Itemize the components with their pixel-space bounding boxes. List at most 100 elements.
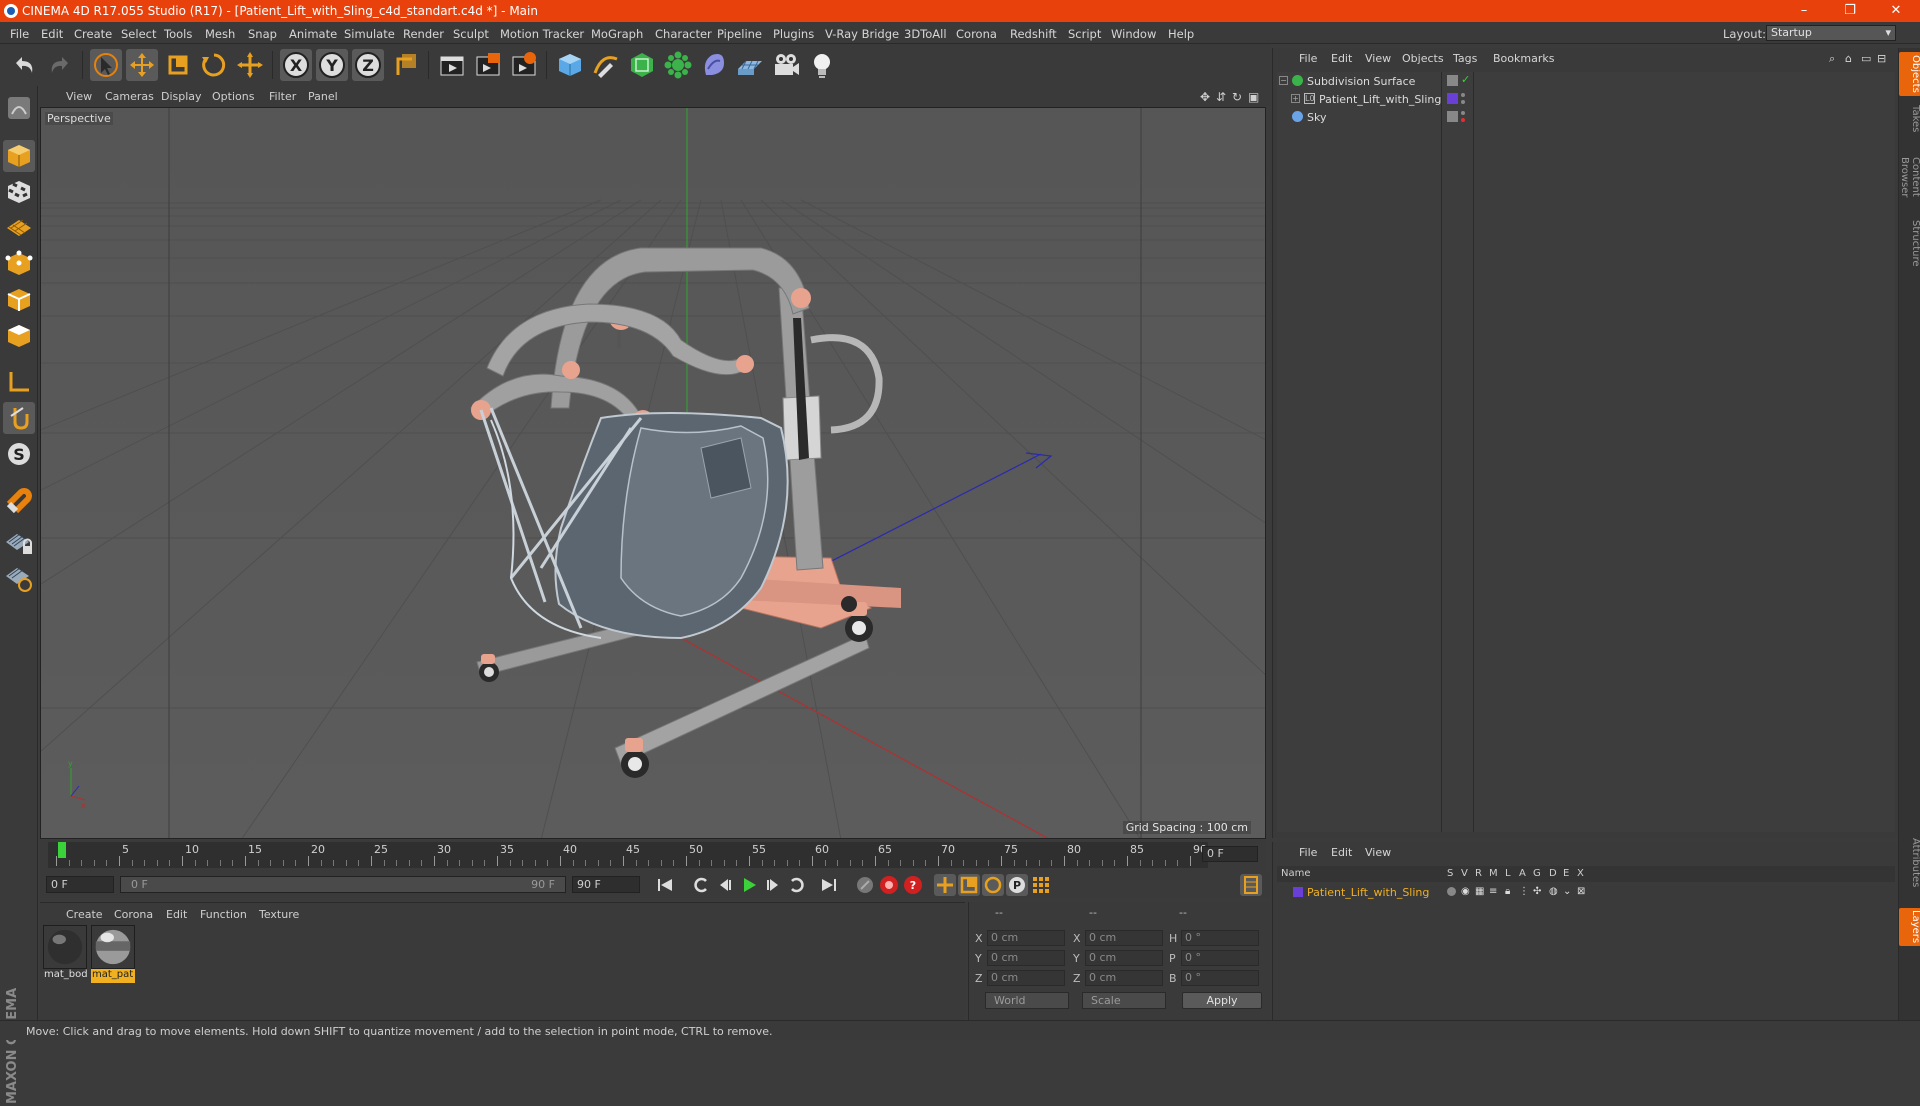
end-frame-field[interactable]: 90 F bbox=[572, 876, 640, 893]
menu-file[interactable]: File bbox=[10, 27, 29, 41]
layer-menu-file[interactable]: File bbox=[1299, 846, 1317, 859]
edges-mode-icon[interactable] bbox=[3, 284, 35, 316]
rotation-b-field[interactable]: 0 ° bbox=[1181, 970, 1259, 986]
deformers-icon[interactable]: ◍ bbox=[1549, 886, 1558, 897]
timeline-playhead[interactable] bbox=[58, 842, 66, 858]
key-pla-icon[interactable] bbox=[1030, 874, 1052, 896]
material-menu-corona[interactable]: Corona bbox=[114, 908, 153, 921]
scale-icon[interactable] bbox=[162, 49, 194, 81]
menu-select[interactable]: Select bbox=[121, 27, 156, 41]
layer-color-swatch[interactable] bbox=[1293, 887, 1303, 897]
edit-render-settings-icon[interactable] bbox=[508, 49, 540, 81]
menu-help[interactable]: Help bbox=[1168, 27, 1194, 41]
render-view-icon[interactable] bbox=[436, 49, 468, 81]
camera-icon[interactable] bbox=[770, 49, 802, 81]
z-axis-icon[interactable]: Z bbox=[352, 49, 384, 81]
coordinate-system-dropdown[interactable]: World bbox=[985, 992, 1069, 1009]
object-name[interactable]: Patient_Lift_with_Sling bbox=[1319, 93, 1441, 106]
rotate-icon[interactable] bbox=[198, 49, 230, 81]
next-frame-icon[interactable] bbox=[762, 874, 784, 896]
tab-attributes[interactable]: Attributes bbox=[1899, 836, 1920, 890]
render-clapper-icon[interactable]: ▦ bbox=[1475, 886, 1484, 897]
material-menu-function[interactable]: Function bbox=[200, 908, 247, 921]
render-dot-icon[interactable] bbox=[1461, 100, 1465, 104]
position-y-field[interactable]: 0 cm bbox=[987, 950, 1065, 966]
points-mode-icon[interactable] bbox=[3, 248, 35, 280]
layer-menu-view[interactable]: View bbox=[1365, 846, 1391, 859]
menu-character[interactable]: Character bbox=[655, 27, 712, 41]
tab-objects[interactable]: Objects bbox=[1899, 52, 1920, 96]
pen-spline-icon[interactable] bbox=[590, 49, 622, 81]
keyframe-selection-icon[interactable]: ? bbox=[902, 874, 924, 896]
tab-structure[interactable]: Structure bbox=[1899, 220, 1920, 267]
play-icon[interactable] bbox=[738, 874, 760, 896]
planar-workplane-icon[interactable] bbox=[3, 562, 35, 594]
obj-menu-file[interactable]: File bbox=[1299, 52, 1317, 65]
view-eye-icon[interactable]: ◉ bbox=[1461, 886, 1470, 897]
menu-edit[interactable]: Edit bbox=[41, 27, 63, 41]
tab-layers[interactable]: Layers bbox=[1899, 908, 1920, 946]
make-editable-icon[interactable] bbox=[3, 92, 35, 124]
render-picture-viewer-icon[interactable] bbox=[472, 49, 504, 81]
deformer-icon[interactable] bbox=[698, 49, 730, 81]
menu-create[interactable]: Create bbox=[74, 27, 112, 41]
render-dot-icon[interactable] bbox=[1461, 118, 1465, 122]
menu-3dtoall[interactable]: 3DToAll bbox=[904, 27, 947, 41]
go-to-end-icon[interactable] bbox=[818, 874, 840, 896]
tab-content-browser[interactable]: Content Browser bbox=[1899, 140, 1920, 214]
object-row-sky[interactable]: Sky bbox=[1277, 108, 1895, 126]
snapping-icon[interactable]: S bbox=[3, 438, 35, 470]
cube-primitive-icon[interactable] bbox=[554, 49, 586, 81]
menu-snap[interactable]: Snap bbox=[248, 27, 277, 41]
material-swatch[interactable]: mat_bod bbox=[43, 925, 87, 985]
material-menu-create[interactable]: Create bbox=[66, 908, 103, 921]
viewport-menu-cameras[interactable]: Cameras bbox=[105, 90, 154, 103]
close-button[interactable]: ✕ bbox=[1876, 2, 1916, 20]
timeline[interactable]: 051015202530354045505560657075808590 0 F bbox=[40, 840, 1266, 876]
visibility-dot-icon[interactable] bbox=[1461, 111, 1465, 115]
viewport-menu-panel[interactable]: Panel bbox=[308, 90, 338, 103]
material-menu-edit[interactable]: Edit bbox=[166, 908, 187, 921]
layer-color-icon[interactable] bbox=[1447, 93, 1458, 104]
locked-workplane-icon[interactable] bbox=[3, 526, 35, 558]
light-icon[interactable] bbox=[806, 49, 838, 81]
menu-window[interactable]: Window bbox=[1111, 27, 1156, 41]
key-scale-icon[interactable] bbox=[958, 874, 980, 896]
timeline-ruler[interactable]: 051015202530354045505560657075808590 bbox=[48, 842, 1208, 868]
lock-icon[interactable]: 🔒︎ bbox=[1505, 886, 1510, 897]
menu-redshift[interactable]: Redshift bbox=[1010, 27, 1057, 41]
size-mode-dropdown[interactable]: Scale bbox=[1082, 992, 1166, 1009]
obj-menu-bookmarks[interactable]: Bookmarks bbox=[1493, 52, 1554, 65]
tweak-mode-icon[interactable] bbox=[3, 402, 35, 434]
object-row-patient-lift[interactable]: + L0 Patient_Lift_with_Sling bbox=[1277, 90, 1895, 108]
size-x-field[interactable]: 0 cm bbox=[1085, 930, 1163, 946]
solo-icon[interactable] bbox=[1447, 887, 1456, 896]
autokeying-icon[interactable] bbox=[878, 874, 900, 896]
viewport-nav-zoom-icon[interactable]: ⇵ bbox=[1216, 90, 1226, 104]
live-selection-icon[interactable] bbox=[234, 49, 266, 81]
animation-icon[interactable]: ⋮ bbox=[1519, 886, 1529, 897]
menu-mesh[interactable]: Mesh bbox=[205, 27, 235, 41]
apply-button[interactable]: Apply bbox=[1182, 992, 1262, 1009]
visibility-dot-icon[interactable] bbox=[1461, 93, 1465, 97]
x-axis-icon[interactable]: X bbox=[280, 49, 312, 81]
move-icon[interactable] bbox=[126, 49, 158, 81]
obj-menu-tags[interactable]: Tags bbox=[1453, 52, 1477, 65]
viewport-menu-view[interactable]: View bbox=[66, 90, 92, 103]
viewport-nav-move-icon[interactable]: ✥ bbox=[1200, 90, 1210, 104]
menu-corona[interactable]: Corona bbox=[956, 27, 997, 41]
next-key-icon[interactable] bbox=[786, 874, 808, 896]
menu-plugins[interactable]: Plugins bbox=[773, 27, 814, 41]
object-name[interactable]: Subdivision Surface bbox=[1307, 75, 1415, 88]
menu-animate[interactable]: Animate bbox=[289, 27, 337, 41]
layer-name[interactable]: Patient_Lift_with_Sling bbox=[1307, 886, 1429, 899]
menu-simulate[interactable]: Simulate bbox=[344, 27, 395, 41]
go-to-start-icon[interactable] bbox=[654, 874, 676, 896]
menu-motion-tracker[interactable]: Motion Tracker bbox=[500, 27, 584, 41]
manager-icon[interactable]: ≡ bbox=[1489, 886, 1497, 897]
position-x-field[interactable]: 0 cm bbox=[987, 930, 1065, 946]
record-keys-icon[interactable] bbox=[854, 874, 876, 896]
layer-tag-icon[interactable] bbox=[1447, 75, 1458, 86]
key-rotation-icon[interactable] bbox=[982, 874, 1004, 896]
viewport-camera-label[interactable]: Perspective bbox=[45, 112, 113, 125]
